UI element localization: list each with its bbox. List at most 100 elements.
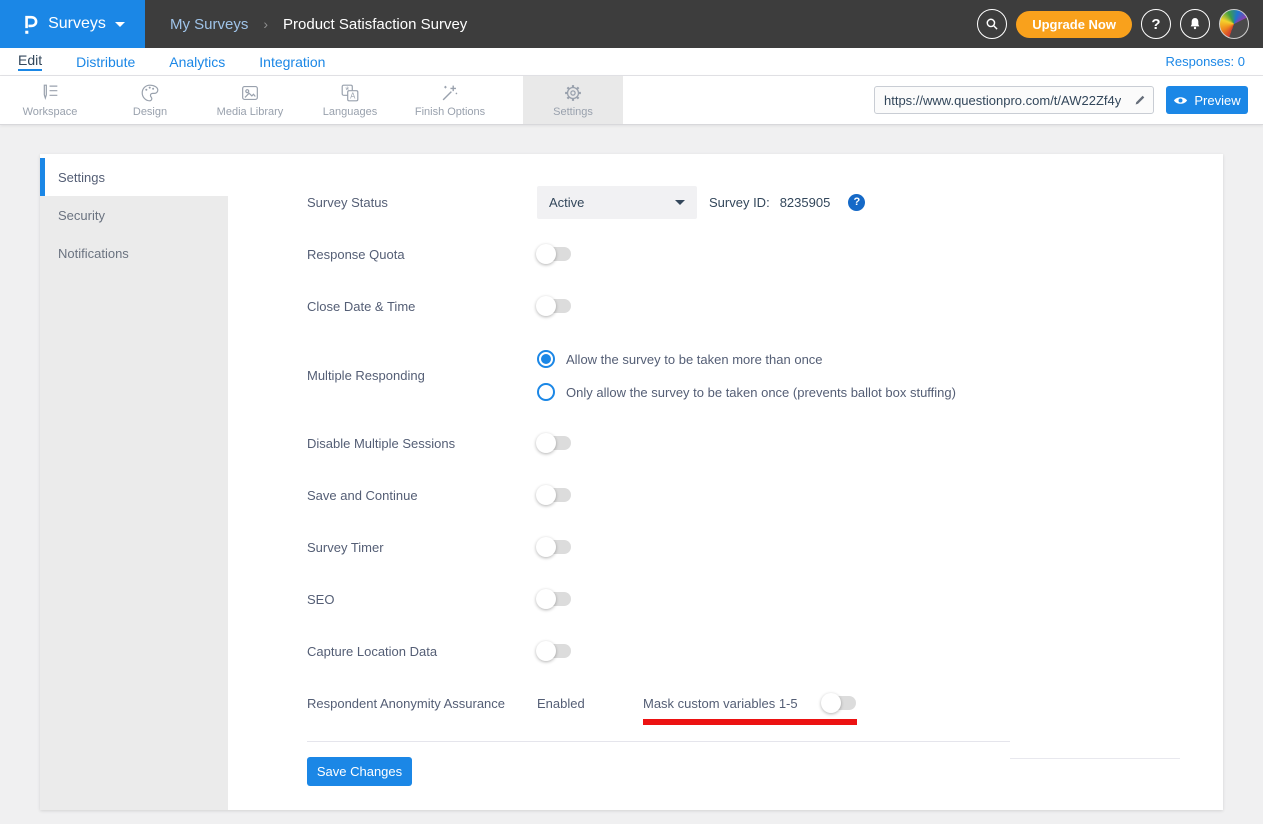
app-name: Surveys [48, 15, 106, 33]
nav-tab-analytics[interactable]: Analytics [169, 54, 225, 70]
survey-timer-row: Survey Timer [307, 531, 1223, 563]
toggle-knob [536, 244, 556, 264]
settings-card: Settings Security Notifications Survey S… [40, 154, 1223, 810]
nav-tab-distribute[interactable]: Distribute [76, 54, 135, 70]
sidebar-item-settings[interactable]: Settings [40, 158, 228, 196]
image-icon [239, 82, 261, 104]
save-changes-button[interactable]: Save Changes [307, 757, 412, 786]
topbar-actions: Upgrade Now ? [977, 0, 1263, 48]
anonymity-label: Respondent Anonymity Assurance [307, 696, 537, 711]
gear-icon [562, 82, 584, 104]
sidebar-item-security[interactable]: Security [40, 196, 228, 234]
pencil-icon [1133, 93, 1147, 107]
settings-sidebar: Settings Security Notifications [40, 154, 228, 810]
tab-media-library[interactable]: Media Library [200, 76, 300, 124]
response-quota-toggle[interactable] [537, 247, 571, 261]
sidebar-item-label: Notifications [58, 246, 129, 261]
sidebar-item-label: Settings [58, 170, 105, 185]
capture-location-data-row: Capture Location Data [307, 635, 1223, 667]
sidebar-item-notifications[interactable]: Notifications [40, 234, 228, 272]
toggle-knob [536, 641, 556, 661]
user-avatar[interactable] [1219, 9, 1249, 39]
radio-option-multiple[interactable]: Allow the survey to be taken more than o… [537, 350, 956, 368]
settings-content: Survey Status Active Survey ID: 8235905 … [228, 154, 1223, 810]
survey-status-label: Survey Status [307, 195, 537, 210]
mask-custom-variables-label: Mask custom variables 1-5 [643, 696, 807, 711]
eye-icon [1173, 95, 1188, 106]
translate-icon: * A [339, 82, 361, 104]
survey-url-input[interactable] [875, 93, 1127, 108]
disable-multiple-sessions-toggle[interactable] [537, 436, 571, 450]
edit-url-button[interactable] [1127, 87, 1153, 113]
radio-option-label: Only allow the survey to be taken once (… [566, 385, 956, 400]
capture-location-data-toggle[interactable] [537, 644, 571, 658]
chevron-down-icon [115, 22, 125, 27]
survey-id-value: 8235905 [780, 195, 831, 210]
tab-finish-options[interactable]: Finish Options [400, 76, 500, 124]
questionpro-logo-icon [20, 12, 39, 37]
seo-row: SEO [307, 583, 1223, 615]
palette-icon [139, 82, 161, 104]
multiple-responding-options: Allow the survey to be taken more than o… [537, 350, 956, 401]
page-title: Product Satisfaction Survey [283, 16, 467, 33]
sidebar-item-label: Security [58, 208, 105, 223]
toggle-knob [536, 537, 556, 557]
save-and-continue-row: Save and Continue [307, 479, 1223, 511]
toggle-knob [821, 693, 841, 713]
tab-languages[interactable]: * A Languages [300, 76, 400, 124]
tab-design[interactable]: Design [100, 76, 200, 124]
radio-selected-icon[interactable] [537, 350, 555, 368]
breadcrumb-my-surveys[interactable]: My Surveys [170, 16, 248, 33]
nav-tab-edit[interactable]: Edit [18, 52, 42, 71]
toggle-knob [536, 485, 556, 505]
tab-label: Settings [553, 106, 593, 118]
mask-custom-variables-toggle[interactable] [822, 696, 856, 710]
tab-label: Design [133, 106, 167, 118]
radio-option-label: Allow the survey to be taken more than o… [566, 352, 823, 367]
save-and-continue-toggle[interactable] [537, 488, 571, 502]
seo-label: SEO [307, 592, 537, 607]
close-date-time-toggle[interactable] [537, 299, 571, 313]
search-button[interactable] [977, 9, 1007, 39]
preview-button[interactable]: Preview [1166, 86, 1248, 114]
question-mark-icon: ? [1151, 16, 1160, 33]
notifications-button[interactable] [1180, 9, 1210, 39]
radio-option-once[interactable]: Only allow the survey to be taken once (… [537, 383, 956, 401]
tab-label: Finish Options [415, 106, 485, 118]
bell-icon [1187, 16, 1203, 32]
preview-label: Preview [1194, 93, 1240, 108]
tab-label: Workspace [23, 106, 78, 118]
upgrade-now-button[interactable]: Upgrade Now [1016, 11, 1132, 38]
capture-location-data-label: Capture Location Data [307, 644, 537, 659]
help-button[interactable]: ? [1141, 9, 1171, 39]
seo-toggle[interactable] [537, 592, 571, 606]
search-icon [984, 16, 1000, 32]
toggle-knob [536, 433, 556, 453]
survey-status-select[interactable]: Active [537, 186, 697, 219]
toolbar-right: Preview [874, 76, 1263, 124]
survey-id-label: Survey ID: [709, 195, 770, 210]
tab-settings[interactable]: Settings [523, 76, 623, 124]
survey-id-help-icon[interactable]: ? [848, 194, 865, 211]
save-and-continue-label: Save and Continue [307, 488, 537, 503]
anonymity-status: Enabled [537, 696, 643, 711]
tab-workspace[interactable]: Workspace [0, 76, 100, 124]
survey-timer-toggle[interactable] [537, 540, 571, 554]
product-switcher[interactable]: Surveys [0, 0, 145, 48]
multiple-responding-row: Multiple Responding Allow the survey to … [307, 350, 1223, 401]
multiple-responding-label: Multiple Responding [307, 368, 537, 383]
disable-multiple-sessions-row: Disable Multiple Sessions [307, 427, 1223, 459]
top-bar: Surveys My Surveys › Product Satisfactio… [0, 0, 1263, 48]
toggle-knob [536, 589, 556, 609]
mask-custom-variables-highlighted: Mask custom variables 1-5 [643, 696, 856, 711]
radio-unselected-icon[interactable] [537, 383, 555, 401]
sidebar-filler [40, 272, 228, 810]
nav-tab-integration[interactable]: Integration [259, 54, 325, 70]
page-body: Settings Security Notifications Survey S… [0, 125, 1263, 810]
tab-label: Languages [323, 106, 377, 118]
survey-url-box [874, 86, 1154, 114]
breadcrumb-separator: › [263, 16, 268, 32]
responses-count: Responses: 0 [1166, 54, 1246, 69]
breadcrumb: My Surveys › Product Satisfaction Survey [145, 0, 977, 48]
secondary-divider [1010, 758, 1180, 759]
